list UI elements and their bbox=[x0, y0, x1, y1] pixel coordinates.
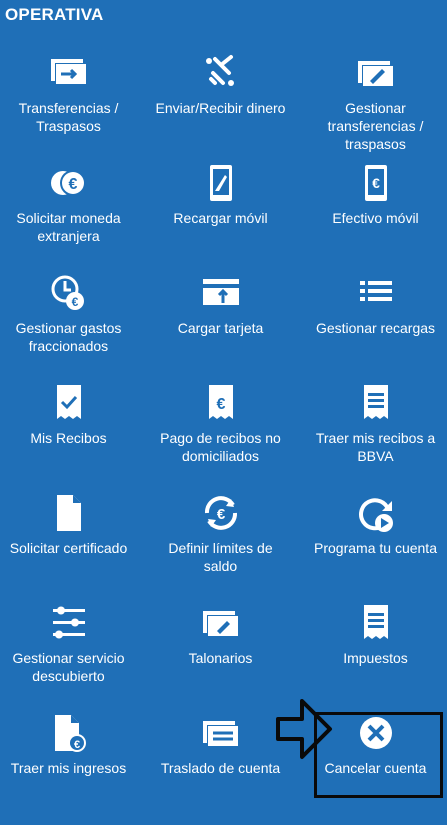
tile-label-line: Definir límites de bbox=[168, 540, 273, 556]
svg-text:€: € bbox=[372, 175, 380, 191]
tile-label: Enviar/Recibir dinero bbox=[156, 99, 286, 117]
tile-label-line: transferencias / bbox=[327, 118, 424, 134]
tile-bring-receipts[interactable]: Traer mis recibos a BBVA bbox=[304, 385, 447, 495]
tile-label-line: Gestionar bbox=[345, 100, 406, 116]
tile-label-line: Enviar/Recibir dinero bbox=[155, 100, 286, 116]
tile-label-line: Programa tu cuenta bbox=[314, 540, 437, 556]
tile-label-line: fraccionados bbox=[28, 338, 109, 354]
send-receive-money-icon bbox=[201, 55, 241, 91]
tile-label-line: Gestionar gastos bbox=[15, 320, 122, 336]
page-title: OPERATIVA bbox=[5, 5, 104, 24]
bring-income-icon: € bbox=[49, 715, 89, 752]
svg-text:€: € bbox=[68, 176, 77, 193]
tile-label: Definir límites de saldo bbox=[168, 539, 272, 575]
tile-mobile-cash[interactable]: € Efectivo móvil bbox=[304, 165, 447, 275]
checkbook-icon bbox=[201, 605, 241, 641]
transfer-icon bbox=[49, 55, 89, 91]
tile-label: Mis Recibos bbox=[30, 429, 106, 447]
tile-label: Traslado de cuenta bbox=[161, 759, 280, 777]
svg-text:€: € bbox=[73, 739, 79, 751]
mobile-cash-icon: € bbox=[356, 165, 396, 201]
tile-transfer[interactable]: Transferencias / Traspasos bbox=[0, 55, 137, 165]
load-card-icon bbox=[201, 275, 241, 311]
account-transfer-icon bbox=[201, 715, 241, 751]
tile-load-card[interactable]: Cargar tarjeta bbox=[137, 275, 304, 385]
tile-bring-income[interactable]: € Traer mis ingresos bbox=[0, 715, 137, 825]
receipts-icon bbox=[49, 385, 89, 421]
tile-label: Pago de recibos no domiciliados bbox=[160, 429, 281, 465]
tile-label-line: extranjera bbox=[37, 228, 100, 244]
tile-label-line: Impuestos bbox=[343, 650, 408, 666]
tile-label: Traer mis ingresos bbox=[11, 759, 126, 777]
tile-label: Traer mis recibos a BBVA bbox=[316, 429, 435, 465]
tile-label-line: traspasos bbox=[345, 136, 406, 152]
tile-manage-topups[interactable]: Gestionar recargas bbox=[304, 275, 447, 385]
split-payments-icon: € bbox=[49, 275, 89, 311]
tile-label-line: Mis Recibos bbox=[30, 430, 107, 446]
tile-balance-limits[interactable]: € Definir límites de saldo bbox=[137, 495, 304, 605]
tile-label: Cargar tarjeta bbox=[178, 319, 264, 337]
tile-label-line: Cancelar cuenta bbox=[324, 760, 427, 776]
tile-label: Impuestos bbox=[343, 649, 408, 667]
tile-label-line: Traspasos bbox=[36, 118, 101, 134]
bring-receipts-icon bbox=[356, 385, 396, 421]
highlight-arrow-icon bbox=[276, 699, 332, 759]
certificate-icon bbox=[49, 495, 89, 531]
schedule-account-icon bbox=[356, 495, 396, 532]
tile-label-line: Traer mis ingresos bbox=[10, 760, 127, 776]
tile-label: Efectivo móvil bbox=[332, 209, 418, 227]
tile-label: Talonarios bbox=[189, 649, 253, 667]
tile-label-line: Gestionar recargas bbox=[315, 320, 436, 336]
tile-label-line: Pago de recibos no bbox=[160, 430, 281, 446]
tile-receipts[interactable]: Mis Recibos bbox=[0, 385, 137, 495]
tile-label: Solicitar moneda extranjera bbox=[16, 209, 120, 245]
operations-grid: Transferencias / Traspasos Enviar/Recibir … bbox=[0, 55, 447, 825]
tile-label-line: descubierto bbox=[32, 668, 105, 684]
tile-label: Gestionar servicio descubierto bbox=[12, 649, 124, 685]
tile-label-line: Solicitar certificado bbox=[9, 540, 128, 556]
tile-foreign-currency[interactable]: € Solicitar moneda extranjera bbox=[0, 165, 137, 275]
tile-split-payments[interactable]: € Gestionar gastos fraccionados bbox=[0, 275, 137, 385]
tile-label: Gestionar transferencias / traspasos bbox=[328, 99, 424, 153]
tile-label: Solicitar certificado bbox=[10, 539, 128, 557]
receipt-payment-icon: € bbox=[201, 385, 241, 421]
tile-label-line: Transferencias / bbox=[18, 100, 119, 116]
tile-receipt-payment[interactable]: € Pago de recibos no domiciliados bbox=[137, 385, 304, 495]
tile-label: Gestionar gastos fraccionados bbox=[16, 319, 122, 355]
tile-label-line: Traslado de cuenta bbox=[160, 760, 281, 776]
tile-label-line: Traer mis recibos a bbox=[315, 430, 436, 446]
tile-label: Cancelar cuenta bbox=[325, 759, 427, 777]
tile-label-line: saldo bbox=[203, 558, 238, 574]
balance-limits-icon: € bbox=[201, 495, 241, 531]
tile-label-line: BBVA bbox=[357, 448, 394, 464]
tile-label: Gestionar recargas bbox=[316, 319, 435, 337]
tile-label-line: Efectivo móvil bbox=[332, 210, 419, 226]
svg-text:€: € bbox=[216, 396, 225, 413]
tile-certificate[interactable]: Solicitar certificado bbox=[0, 495, 137, 605]
svg-text:€: € bbox=[216, 506, 225, 523]
overdraft-settings-icon bbox=[49, 605, 89, 641]
manage-transfers-icon bbox=[356, 55, 396, 91]
close-circle-icon bbox=[356, 715, 396, 751]
mobile-topup-icon bbox=[201, 165, 241, 201]
tile-manage-transfers[interactable]: Gestionar transferencias / traspasos bbox=[304, 55, 447, 165]
tile-label-line: Cargar tarjeta bbox=[177, 320, 264, 336]
tile-mobile-topup[interactable]: Recargar móvil bbox=[137, 165, 304, 275]
taxes-icon bbox=[356, 605, 396, 641]
manage-topups-icon bbox=[356, 275, 396, 311]
tile-label: Programa tu cuenta bbox=[314, 539, 437, 557]
tile-overdraft-settings[interactable]: Gestionar servicio descubierto bbox=[0, 605, 137, 715]
tile-label-line: domiciliados bbox=[181, 448, 260, 464]
tile-label-line: Recargar móvil bbox=[173, 210, 268, 226]
tile-send-receive-money[interactable]: Enviar/Recibir dinero bbox=[137, 55, 304, 165]
tile-schedule-account[interactable]: Programa tu cuenta bbox=[304, 495, 447, 605]
foreign-currency-icon: € bbox=[49, 165, 89, 201]
tile-label-line: Gestionar servicio bbox=[12, 650, 125, 666]
svg-text:€: € bbox=[71, 295, 78, 309]
tile-label-line: Talonarios bbox=[188, 650, 253, 666]
tile-label: Transferencias / Traspasos bbox=[19, 99, 119, 135]
tile-label-line: Solicitar moneda bbox=[16, 210, 121, 226]
tile-label: Recargar móvil bbox=[173, 209, 267, 227]
